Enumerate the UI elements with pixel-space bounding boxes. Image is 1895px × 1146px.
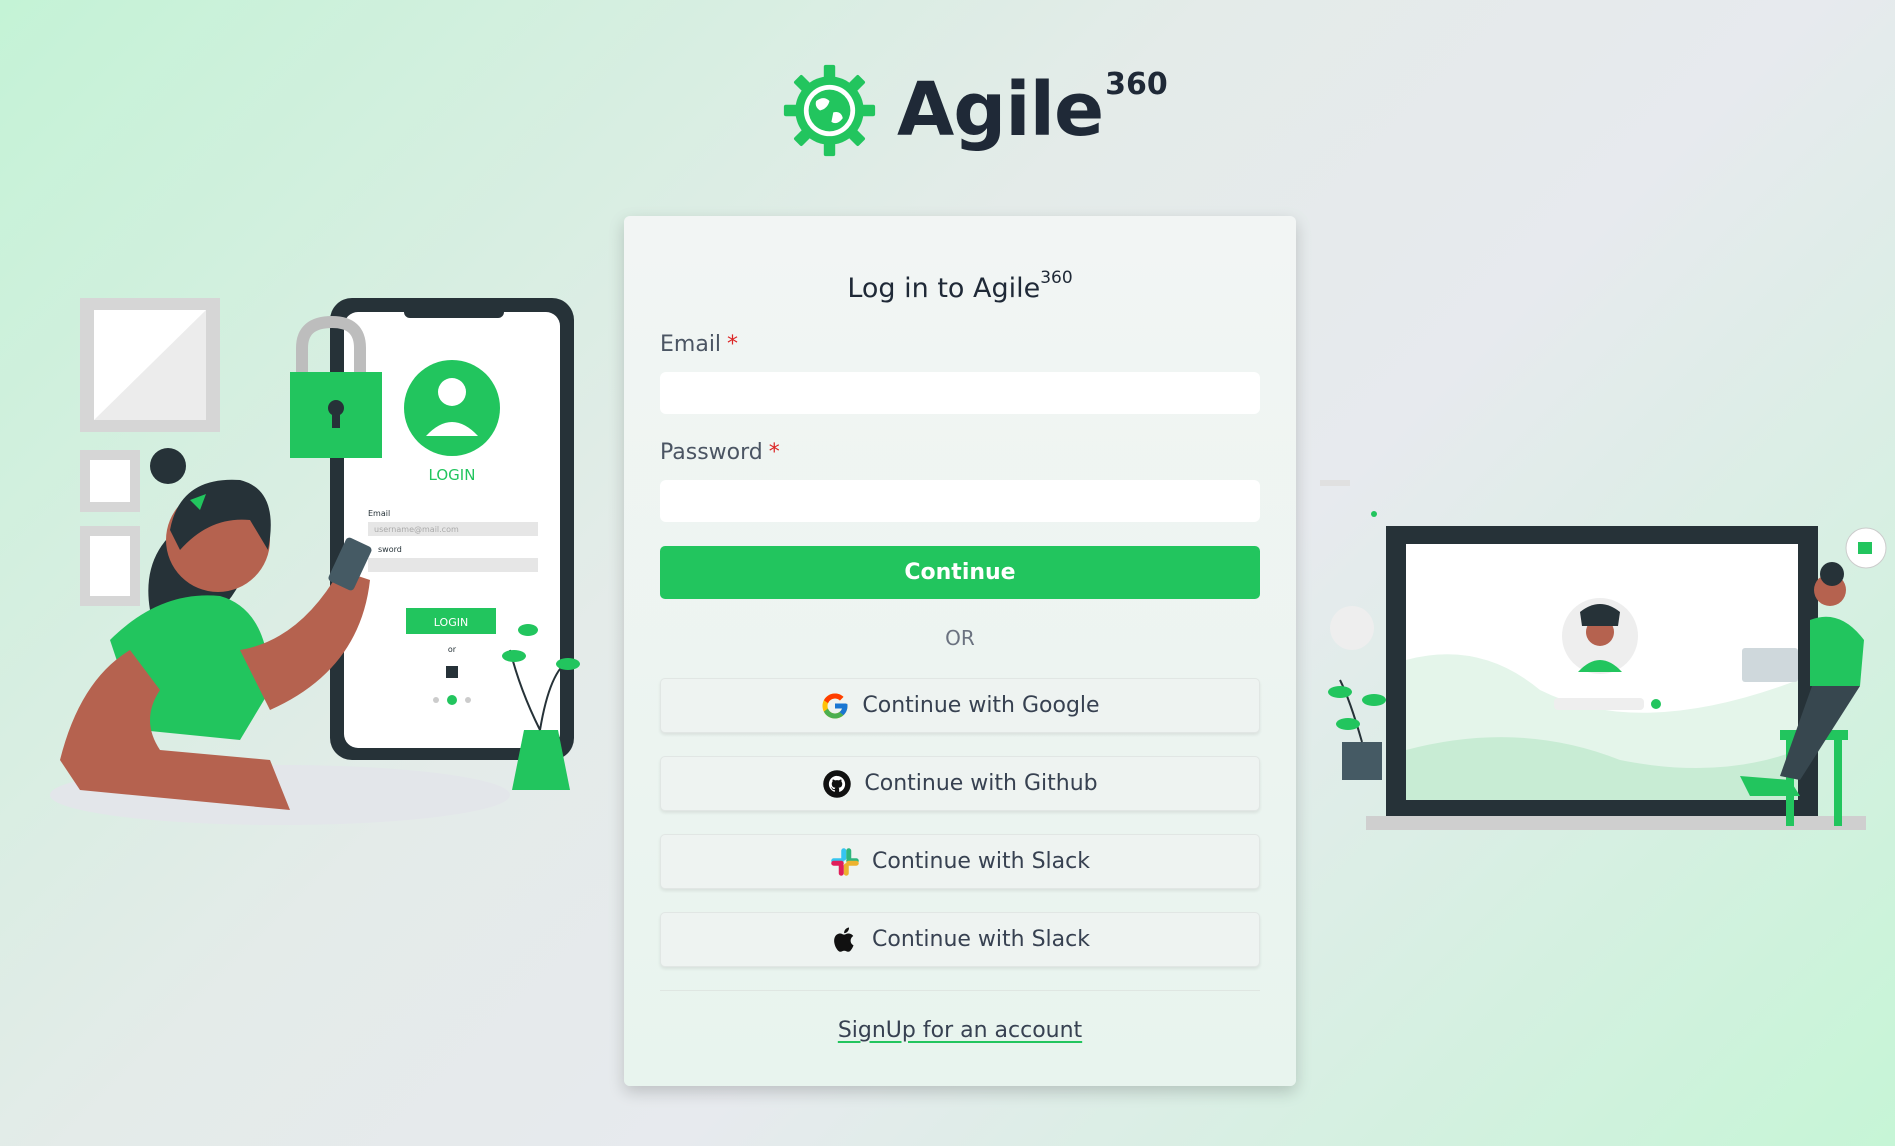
- github-login-label: Continue with Github: [864, 771, 1098, 796]
- brand-sup: 360: [1105, 66, 1168, 102]
- phone-or: or: [448, 645, 457, 654]
- slack-login-label: Continue with Slack: [872, 849, 1090, 874]
- phone-login-button: LOGIN: [434, 616, 468, 629]
- email-required-mark: *: [727, 332, 739, 357]
- apple-icon: [834, 927, 854, 952]
- left-illustration: LOGIN Email username@mail.com sword LOGI…: [50, 298, 580, 825]
- github-login-button[interactable]: Continue with Github: [660, 756, 1260, 811]
- google-icon: [822, 693, 848, 718]
- or-separator: OR: [945, 626, 975, 650]
- password-input[interactable]: [660, 480, 1260, 522]
- slack-login-button[interactable]: Continue with Slack: [660, 834, 1260, 889]
- signup-link[interactable]: SignUp for an account: [624, 1018, 1296, 1043]
- brand-logo: Agile 360: [782, 60, 1168, 160]
- google-login-button[interactable]: Continue with Google: [660, 678, 1260, 733]
- apple-login-label: Continue with Slack: [872, 927, 1090, 952]
- phone-login-title: LOGIN: [429, 466, 476, 484]
- email-input[interactable]: [660, 372, 1260, 414]
- divider: [660, 990, 1260, 991]
- slack-icon: [831, 847, 859, 876]
- gear-globe-icon: [783, 64, 876, 156]
- email-label: Email *: [660, 332, 739, 357]
- login-title-sup: 360: [1040, 268, 1073, 288]
- login-card: Log in to Agile360 Email * Password * Cont…: [624, 216, 1296, 1086]
- password-label: Password *: [660, 440, 780, 465]
- right-illustration: [1320, 480, 1887, 830]
- continue-button[interactable]: Continue: [660, 546, 1260, 599]
- apple-login-button[interactable]: Continue with Slack: [660, 912, 1260, 967]
- password-required-mark: *: [768, 440, 780, 465]
- github-icon: [823, 769, 852, 798]
- phone-password-label: sword: [378, 545, 402, 554]
- brand-name: Agile: [897, 67, 1104, 153]
- phone-email-label: Email: [368, 509, 390, 518]
- google-login-label: Continue with Google: [862, 693, 1100, 718]
- phone-email-placeholder: username@mail.com: [374, 525, 459, 534]
- login-title: Log in to Agile360: [847, 268, 1073, 304]
